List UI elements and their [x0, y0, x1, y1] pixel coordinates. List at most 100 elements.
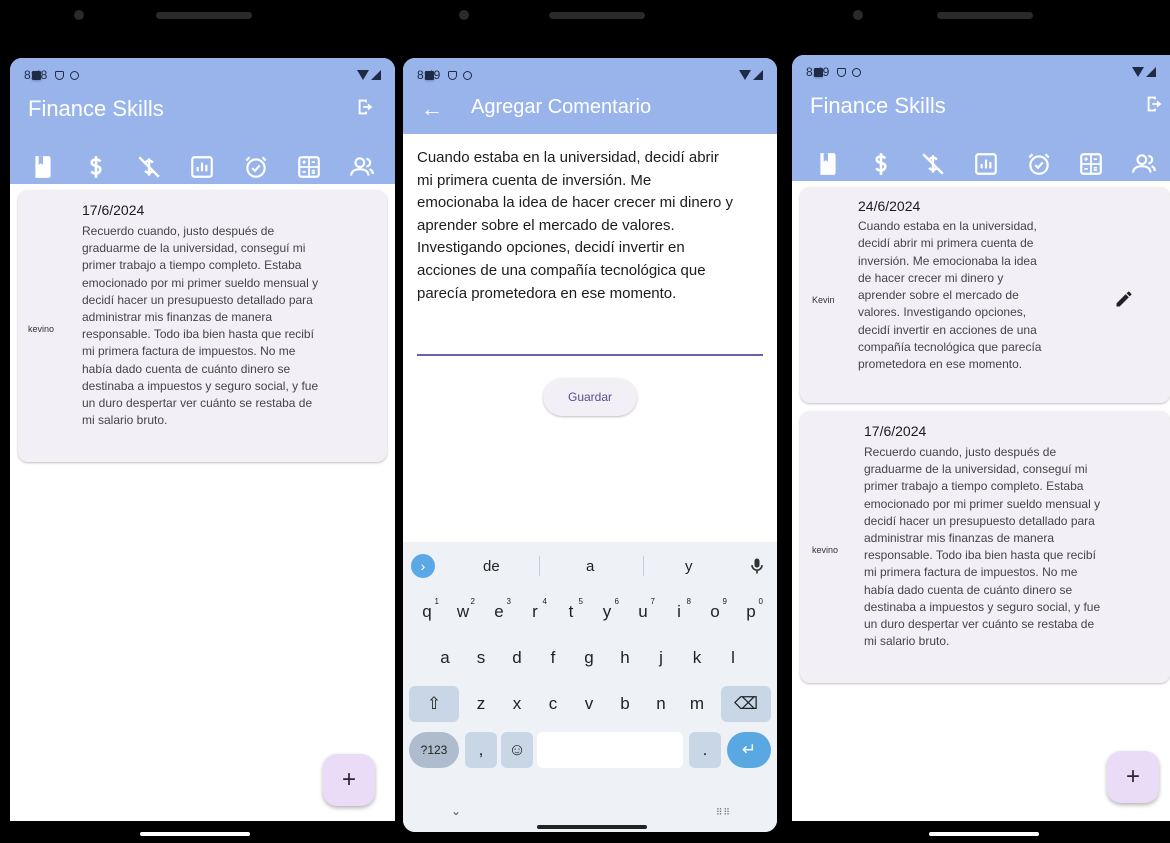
logout-button[interactable] — [1144, 93, 1166, 115]
suggestion-word[interactable]: a — [586, 558, 594, 575]
add-comment-button[interactable]: + — [323, 754, 375, 806]
phone-2: 8:49 ← Agregar Comentario Cuando estaba … — [395, 0, 789, 843]
comment-text: Recuerdo cuando, justo después de gradua… — [864, 445, 1101, 649]
home-gesture-bar[interactable] — [537, 825, 647, 829]
page-title: Agregar Comentario — [471, 96, 652, 118]
logout-button[interactable] — [355, 96, 377, 118]
key-k[interactable]: k — [681, 640, 713, 676]
comma-key[interactable]: , — [465, 732, 497, 768]
home-gesture-bar[interactable] — [929, 832, 1039, 836]
shift-key[interactable]: ⇧ — [409, 686, 459, 722]
comment-author: Kevin — [812, 295, 835, 305]
tab-book[interactable] — [811, 147, 845, 181]
key-w[interactable]: w2 — [447, 594, 479, 630]
space-bar[interactable] — [537, 732, 683, 768]
key-t[interactable]: t5 — [555, 594, 587, 630]
earpiece-speaker — [156, 12, 252, 19]
suggestion-word[interactable]: de — [483, 558, 500, 575]
add-comment-button[interactable]: + — [1107, 751, 1159, 803]
app-bar: 8:48 Finance Skills — [10, 58, 395, 191]
tab-income[interactable] — [864, 147, 898, 181]
edit-comment-button[interactable] — [1114, 289, 1134, 309]
backspace-key[interactable]: ⌫ — [721, 686, 771, 722]
key-q[interactable]: q1 — [411, 594, 443, 630]
system-nav-bar — [789, 821, 1170, 843]
tab-reminders[interactable] — [1022, 147, 1056, 181]
no-money-icon — [138, 156, 160, 178]
keyboard-switch-icon[interactable]: ⠿⠿ — [716, 807, 731, 818]
key-i[interactable]: i8 — [663, 594, 695, 630]
book-icon — [35, 156, 51, 178]
key-v[interactable]: v — [573, 686, 605, 722]
sim-card-icon — [32, 70, 41, 80]
signal-icon — [753, 70, 763, 80]
community-icon — [350, 157, 375, 176]
tab-reports[interactable] — [185, 150, 219, 184]
symbols-key[interactable]: ?123 — [409, 732, 459, 768]
tab-community[interactable] — [1127, 147, 1161, 188]
key-o[interactable]: o9 — [699, 594, 731, 630]
comment-date: 17/6/2024 — [864, 423, 927, 439]
microphone-icon[interactable] — [747, 556, 767, 576]
logout-icon — [358, 99, 373, 115]
tab-book[interactable] — [26, 150, 60, 184]
tab-calculator[interactable] — [292, 150, 326, 184]
key-p[interactable]: p0 — [735, 594, 767, 630]
comment-author: kevino — [812, 545, 839, 555]
tab-calculator[interactable] — [1074, 147, 1108, 181]
key-d[interactable]: d — [501, 640, 533, 676]
back-arrow-icon[interactable]: ← — [421, 96, 443, 122]
tab-expenses[interactable] — [132, 150, 166, 184]
emoji-key[interactable]: ☺ — [501, 732, 533, 768]
key-n[interactable]: n — [645, 686, 677, 722]
comment-date: 24/6/2024 — [858, 198, 921, 214]
comment-input[interactable]: Cuando estaba en la universidad, decidí … — [417, 147, 763, 305]
screen: 8:48 Finance Skills kevino — [10, 58, 395, 824]
key-s[interactable]: s — [465, 640, 497, 676]
save-button[interactable]: Guardar — [543, 378, 637, 416]
tab-community[interactable] — [345, 150, 379, 191]
hide-keyboard-icon[interactable]: ⌄ — [451, 804, 461, 818]
alarm-icon — [1028, 153, 1050, 175]
key-e[interactable]: e3 — [483, 594, 515, 630]
logout-icon — [1147, 96, 1162, 112]
suggestion-word[interactable]: y — [685, 558, 693, 575]
key-r[interactable]: r4 — [519, 594, 551, 630]
expand-toolbar-icon[interactable]: › — [411, 554, 435, 578]
enter-key[interactable]: ↵ — [727, 732, 771, 768]
suggestion-strip: › de a y — [403, 548, 777, 584]
key-j[interactable]: j — [645, 640, 677, 676]
book-icon — [820, 153, 836, 175]
status-bar: 8:48 — [24, 67, 381, 83]
soft-keyboard: › de a y q1 w2 e3 r4 t5 y6 u7 i8 o9 p0 a… — [403, 542, 777, 832]
tab-reports[interactable] — [969, 147, 1003, 181]
key-z[interactable]: z — [465, 686, 497, 722]
comment-card: kevino 17/6/2024 Recuerdo cuando, justo … — [800, 411, 1170, 683]
key-f[interactable]: f — [537, 640, 569, 676]
period-key[interactable]: . — [689, 732, 721, 768]
comment-text: Recuerdo cuando, justo después de gradua… — [82, 224, 319, 428]
tab-income[interactable] — [79, 150, 113, 184]
key-x[interactable]: x — [501, 686, 533, 722]
status-bar: 8:49 — [806, 64, 1156, 80]
calculator-icon — [1080, 153, 1102, 175]
signal-icon — [1146, 67, 1156, 77]
earpiece-speaker — [549, 12, 645, 19]
dollar-icon — [90, 156, 102, 178]
no-money-icon — [922, 153, 944, 175]
key-b[interactable]: b — [609, 686, 641, 722]
key-u[interactable]: u7 — [627, 594, 659, 630]
key-h[interactable]: h — [609, 640, 641, 676]
home-gesture-bar[interactable] — [140, 832, 250, 836]
app-title: Finance Skills — [28, 96, 164, 121]
tab-reminders[interactable] — [239, 150, 273, 184]
tab-expenses[interactable] — [916, 147, 950, 181]
sync-icon — [70, 70, 80, 80]
key-c[interactable]: c — [537, 686, 569, 722]
key-y[interactable]: y6 — [591, 594, 623, 630]
comment-card: kevino 17/6/2024 Recuerdo cuando, justo … — [18, 190, 387, 462]
key-m[interactable]: m — [681, 686, 713, 722]
key-l[interactable]: l — [717, 640, 749, 676]
key-g[interactable]: g — [573, 640, 605, 676]
key-a[interactable]: a — [429, 640, 461, 676]
